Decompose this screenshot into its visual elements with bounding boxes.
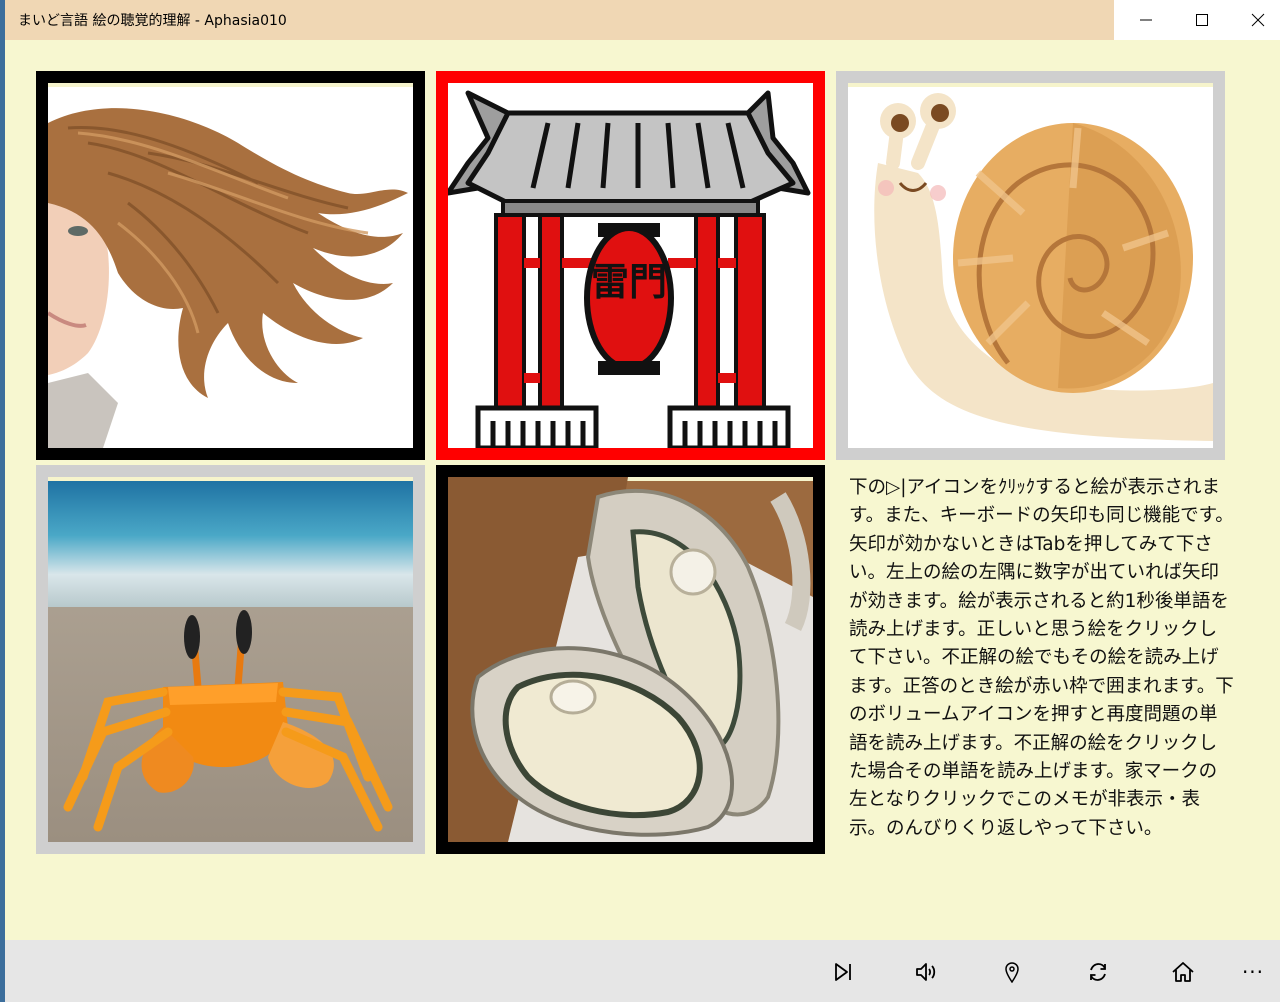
oysters-picture	[448, 477, 813, 842]
bottom-app-bar: ···	[5, 940, 1280, 1002]
picture-tile-snail[interactable]	[836, 71, 1225, 460]
picture-tile-oysters[interactable]	[436, 465, 825, 854]
minimize-button[interactable]	[1118, 0, 1174, 40]
more-icon: ···	[1241, 960, 1265, 984]
close-button[interactable]	[1230, 0, 1280, 40]
snail-picture	[848, 83, 1213, 448]
volume-icon	[916, 963, 936, 981]
minimize-icon	[1140, 19, 1152, 21]
picture-tile-crab[interactable]	[36, 465, 425, 854]
title-bar-tinted-area: まいど言語 絵の聴覚的理解 - Aphasia010	[5, 0, 1114, 40]
kaminarimon-picture: 雷門	[448, 83, 813, 448]
close-icon	[1251, 13, 1265, 27]
location-button[interactable]	[990, 950, 1034, 994]
maximize-icon	[1196, 14, 1208, 26]
instruction-memo: 下の▷|アイコンをｸﾘｯｸすると絵が表示されます。また、キーボードの矢印も同じ機…	[849, 477, 1234, 839]
replay-word-button[interactable]	[905, 950, 949, 994]
window-title: まいど言語 絵の聴覚的理解 - Aphasia010	[18, 13, 287, 29]
picture-tile-woman[interactable]	[36, 71, 425, 460]
lantern-label: 雷門	[591, 260, 667, 304]
woman-picture	[48, 83, 413, 448]
refresh-icon	[1090, 963, 1106, 981]
title-bar[interactable]: まいど言語 絵の聴覚的理解 - Aphasia010	[5, 0, 1280, 40]
location-pin-icon	[1005, 962, 1019, 983]
content-area: 雷門 下の▷|アイコンをｸﾘｯｸすると絵が表示されます。また、キーボードの矢印も…	[5, 40, 1280, 940]
next-track-icon	[835, 963, 851, 981]
maximize-button[interactable]	[1174, 0, 1230, 40]
app-window: まいど言語 絵の聴覚的理解 - Aphasia010 雷門 下の▷|アイコンをｸ…	[5, 0, 1280, 1002]
home-button[interactable]	[1161, 950, 1205, 994]
more-button[interactable]: ···	[1231, 950, 1275, 994]
next-picture-button[interactable]	[821, 950, 865, 994]
refresh-button[interactable]	[1076, 950, 1120, 994]
crab-picture	[48, 477, 413, 842]
home-icon	[1172, 962, 1194, 982]
picture-tile-kaminarimon[interactable]: 雷門	[436, 71, 825, 460]
